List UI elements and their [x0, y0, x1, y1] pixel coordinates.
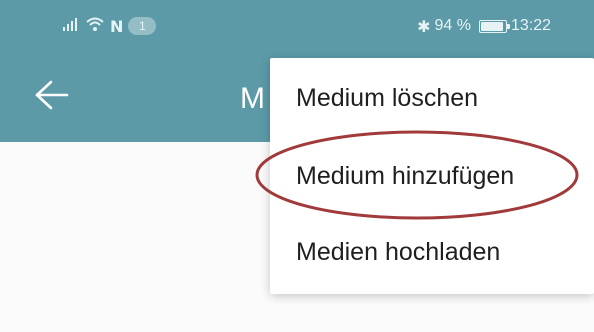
menu-item-upload-media[interactable]: Medien hochladen: [270, 220, 594, 284]
status-bar: N 1 ✱ 94 % 13:22: [0, 0, 594, 58]
signal-icon: [62, 16, 80, 37]
menu-item-delete-medium[interactable]: Medium löschen: [270, 66, 594, 130]
clock: 13:22: [510, 17, 551, 34]
status-left-icons: N 1: [62, 14, 157, 38]
status-right-icons: ✱ 94 % 13:22: [417, 14, 551, 38]
arrow-left-icon: [33, 79, 69, 116]
battery-icon: [478, 19, 510, 33]
nfc-icon: N: [110, 16, 124, 36]
overflow-menu: Medium löschen Medium hinzufügen Medien …: [270, 58, 594, 294]
battery-level: [480, 21, 504, 31]
notification-badge: 1: [128, 17, 157, 35]
wifi-icon: [85, 16, 105, 37]
page-title: M: [240, 82, 265, 115]
back-button[interactable]: [30, 76, 72, 118]
battery-percent: 94 %: [434, 17, 471, 34]
bluetooth-icon: ✱: [417, 16, 431, 36]
menu-item-add-medium[interactable]: Medium hinzufügen: [270, 144, 594, 208]
